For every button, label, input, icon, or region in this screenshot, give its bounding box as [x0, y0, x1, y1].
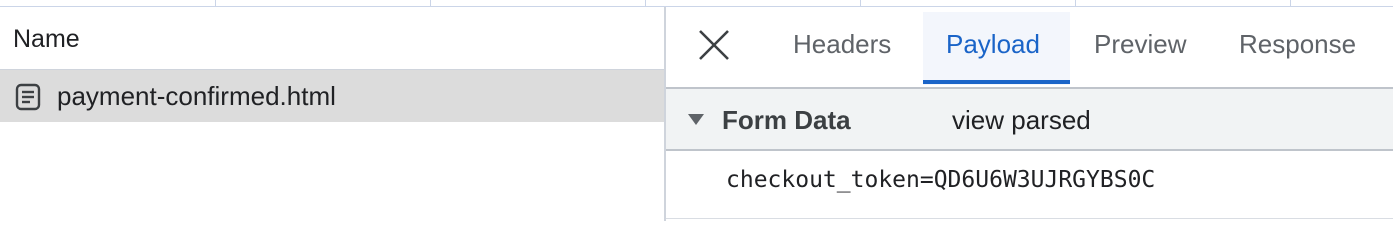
requests-list-panel: Name payment-confirmed.html — [0, 7, 664, 221]
form-data-raw-value: checkout_token=QD6U6W3UJRGYBS0C — [726, 167, 1156, 193]
expand-triangle-icon[interactable] — [688, 114, 704, 125]
request-details-panel: Headers Payload Preview Response Form Da… — [666, 7, 1393, 221]
row-divider — [666, 218, 1393, 219]
view-parsed-toggle[interactable]: view parsed — [952, 105, 1091, 136]
name-column-label: Name — [13, 25, 80, 53]
top-grid-lines — [0, 0, 1393, 7]
document-icon — [15, 83, 41, 111]
tab-payload[interactable]: Payload — [946, 29, 1040, 60]
active-tab-indicator — [923, 80, 1070, 84]
name-column-header[interactable]: Name — [0, 7, 664, 70]
tab-preview[interactable]: Preview — [1094, 29, 1186, 60]
form-data-section-header[interactable]: Form Data view parsed — [666, 89, 1393, 151]
tab-response[interactable]: Response — [1239, 29, 1356, 60]
details-tab-bar: Headers Payload Preview Response — [666, 7, 1393, 89]
request-row[interactable]: payment-confirmed.html — [0, 70, 664, 122]
tab-headers[interactable]: Headers — [793, 29, 891, 60]
form-data-title: Form Data — [722, 105, 851, 135]
request-file-name: payment-confirmed.html — [57, 81, 336, 111]
close-icon[interactable] — [694, 25, 734, 65]
